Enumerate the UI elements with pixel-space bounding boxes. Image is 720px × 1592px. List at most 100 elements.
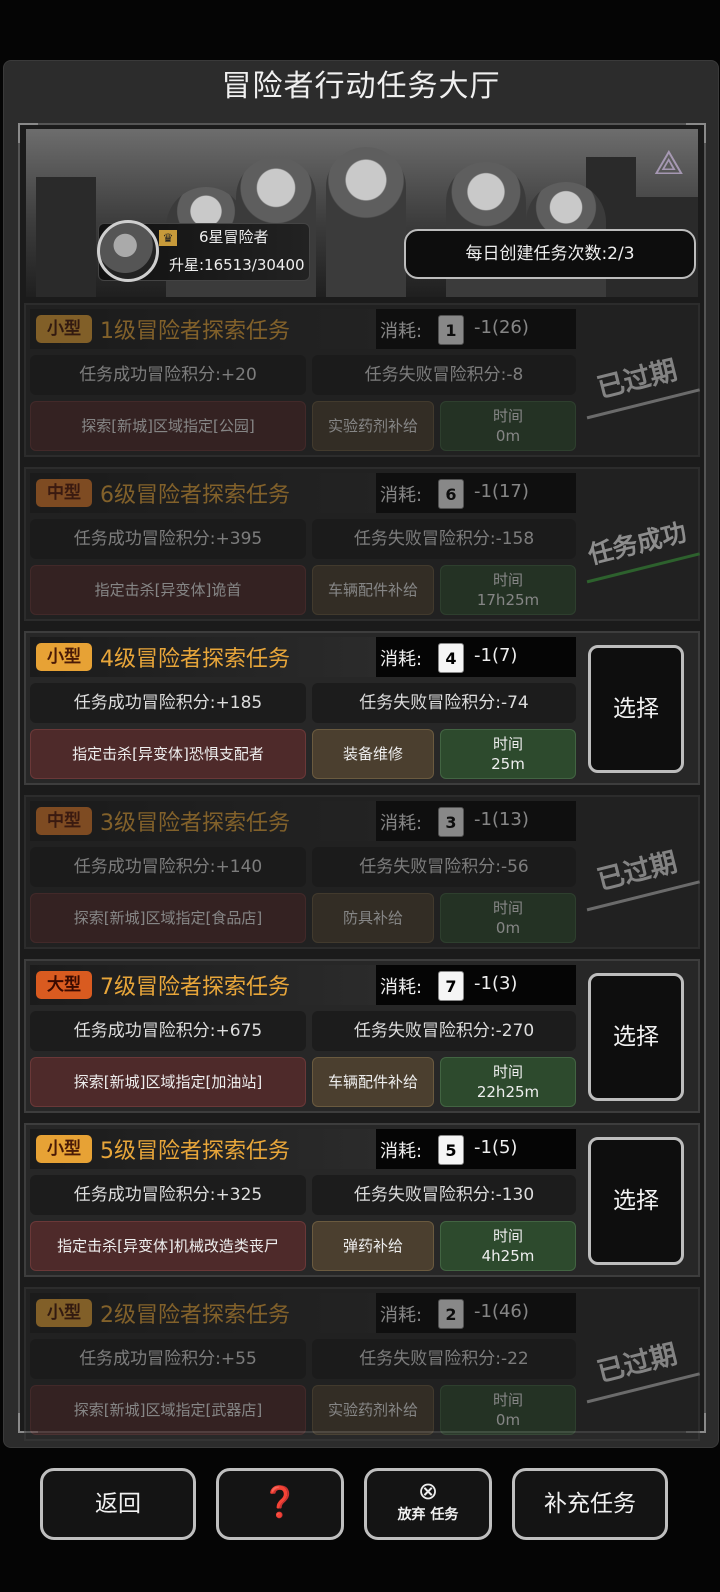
- task-target: 指定击杀[异变体]恐惧支配者: [30, 729, 306, 779]
- task-hall-panel: 冒险者行动任务大厅 ⟁ ♛ 6星冒险者 升星:16513/30400 每日创建任…: [3, 60, 719, 1448]
- daily-task-count: 每日创建任务次数:2/3: [404, 229, 696, 279]
- fail-penalty: 任务失败冒险积分:-130: [312, 1175, 576, 1215]
- fail-penalty: 任务失败冒险积分:-56: [312, 847, 576, 887]
- abandon-task-button[interactable]: ⊗ 放弃 任务: [364, 1468, 492, 1540]
- task-size-badge: 中型: [36, 479, 92, 507]
- task-name: 7级冒险者探索任务: [100, 975, 290, 1000]
- task-name: 4级冒险者探索任务: [100, 647, 290, 672]
- task-header: 大型 7级冒险者探索任务: [30, 965, 376, 1005]
- task-status-stamp: 已过期: [576, 345, 700, 420]
- star-progress: 升星:16513/30400: [169, 256, 305, 274]
- level-card-icon: 1: [438, 315, 464, 345]
- task-cost: 消耗: 4 -1(7): [376, 637, 576, 677]
- cost-value: -1(13): [474, 809, 529, 830]
- task-name: 6级冒险者探索任务: [100, 483, 290, 508]
- task-card[interactable]: 小型 5级冒险者探索任务 消耗: 5 -1(5) 任务成功冒险积分:+325 任务失败冒险积…: [24, 1123, 700, 1277]
- add-task-button-label: 补充任务: [544, 1491, 636, 1517]
- task-card[interactable]: 大型 7级冒险者探索任务 消耗: 7 -1(3) 任务成功冒险积分:+675 任务失败冒险积…: [24, 959, 700, 1113]
- task-status-stamp: 已过期: [576, 837, 700, 912]
- level-card-icon: 4: [438, 643, 464, 673]
- task-card[interactable]: 小型 4级冒险者探索任务 消耗: 4 -1(7) 任务成功冒险积分:+185 任务失败冒险积…: [24, 631, 700, 785]
- task-time: 时间 25m: [440, 729, 576, 779]
- select-task-button[interactable]: 选择: [588, 1137, 684, 1265]
- abandon-task-label: 放弃 任务: [397, 1507, 459, 1523]
- select-task-button[interactable]: 选择: [588, 645, 684, 773]
- task-header: 中型 6级冒险者探索任务: [30, 473, 376, 513]
- task-card: 小型 1级冒险者探索任务 消耗: 1 -1(26) 任务成功冒险积分:+20 任务失败冒险积…: [24, 303, 700, 457]
- level-card-icon: 7: [438, 971, 464, 1001]
- add-task-button[interactable]: 补充任务: [512, 1468, 668, 1540]
- time-label: 时间: [492, 1227, 523, 1245]
- task-cost: 消耗: 2 -1(46): [376, 1293, 576, 1333]
- close-circle-icon: ⊗: [417, 1477, 439, 1505]
- success-reward: 任务成功冒险积分:+395: [30, 519, 306, 559]
- back-button[interactable]: 返回: [40, 1468, 196, 1540]
- task-size-badge: 小型: [36, 1299, 92, 1327]
- task-header: 小型 1级冒险者探索任务: [30, 309, 376, 349]
- task-supply: 装备维修: [312, 729, 434, 779]
- cost-label: 消耗:: [380, 813, 423, 834]
- task-card: 小型 2级冒险者探索任务 消耗: 2 -1(46) 任务成功冒险积分:+55 任务失败冒险积…: [24, 1287, 700, 1441]
- time-value: 17h25m: [476, 591, 540, 609]
- cost-value: -1(17): [474, 481, 529, 502]
- task-target: 指定击杀[异变体]机械改造类丧尸: [30, 1221, 306, 1271]
- task-status-stamp: 已过期: [576, 1329, 700, 1404]
- task-time: 时间 22h25m: [440, 1057, 576, 1107]
- task-target: 探索[新城]区域指定[公园]: [30, 401, 306, 451]
- task-name: 3级冒险者探索任务: [100, 811, 290, 836]
- time-value: 25m: [491, 755, 525, 773]
- task-target: 探索[新城]区域指定[食品店]: [30, 893, 306, 943]
- cost-label: 消耗:: [380, 321, 423, 342]
- time-label: 时间: [492, 899, 523, 917]
- task-target: 指定击杀[异变体]诡首: [30, 565, 306, 615]
- time-label: 时间: [492, 571, 523, 589]
- help-button[interactable]: ❓: [216, 1468, 344, 1540]
- task-time: 时间 0m: [440, 893, 576, 943]
- task-size-badge: 大型: [36, 971, 92, 999]
- banner-building: [36, 177, 96, 297]
- player-profile[interactable]: ♛ 6星冒险者 升星:16513/30400: [97, 220, 310, 282]
- task-header: 中型 3级冒险者探索任务: [30, 801, 376, 841]
- question-map-icon: ❓: [261, 1485, 299, 1520]
- task-card: 中型 3级冒险者探索任务 消耗: 3 -1(13) 任务成功冒险积分:+140 任务失败冒险…: [24, 795, 700, 949]
- task-time: 时间 17h25m: [440, 565, 576, 615]
- avatar[interactable]: [97, 220, 159, 282]
- task-status-stamp: 任务成功: [576, 509, 700, 584]
- fail-penalty: 任务失败冒险积分:-22: [312, 1339, 576, 1379]
- adventurer-banner: ⟁ ♛ 6星冒险者 升星:16513/30400 每日创建任务次数:2/3: [26, 129, 698, 297]
- task-supply: 弹药补给: [312, 1221, 434, 1271]
- time-value: 4h25m: [481, 1247, 535, 1265]
- task-cost: 消耗: 1 -1(26): [376, 309, 576, 349]
- level-card-icon: 5: [438, 1135, 464, 1165]
- task-cost: 消耗: 3 -1(13): [376, 801, 576, 841]
- task-header: 小型 5级冒险者探索任务: [30, 1129, 376, 1169]
- task-time: 时间 0m: [440, 1385, 576, 1435]
- task-name: 2级冒险者探索任务: [100, 1303, 290, 1328]
- cost-value: -1(46): [474, 1301, 529, 1322]
- task-size-badge: 中型: [36, 807, 92, 835]
- page-title: 冒险者行动任务大厅: [221, 69, 501, 104]
- cost-value: -1(5): [474, 1137, 518, 1158]
- task-size-badge: 小型: [36, 315, 92, 343]
- fail-penalty: 任务失败冒险积分:-158: [312, 519, 576, 559]
- task-target: 探索[新城]区域指定[加油站]: [30, 1057, 306, 1107]
- cost-label: 消耗:: [380, 977, 423, 998]
- cost-label: 消耗:: [380, 1305, 423, 1326]
- task-supply: 车辆配件补给: [312, 1057, 434, 1107]
- select-task-button[interactable]: 选择: [588, 973, 684, 1101]
- task-cost: 消耗: 6 -1(17): [376, 473, 576, 513]
- task-card: 中型 6级冒险者探索任务 消耗: 6 -1(17) 任务成功冒险积分:+395 任务失败冒险…: [24, 467, 700, 621]
- fail-penalty: 任务失败冒险积分:-8: [312, 355, 576, 395]
- fail-penalty: 任务失败冒险积分:-74: [312, 683, 576, 723]
- crown-icon: ♛: [159, 230, 177, 246]
- time-label: 时间: [492, 1391, 523, 1409]
- back-button-label: 返回: [95, 1491, 141, 1517]
- time-value: 0m: [495, 1411, 521, 1429]
- success-reward: 任务成功冒险积分:+55: [30, 1339, 306, 1379]
- task-cost: 消耗: 5 -1(5): [376, 1129, 576, 1169]
- cost-value: -1(26): [474, 317, 529, 338]
- task-header: 小型 4级冒险者探索任务: [30, 637, 376, 677]
- cost-label: 消耗:: [380, 485, 423, 506]
- time-value: 22h25m: [476, 1083, 540, 1101]
- level-card-icon: 6: [438, 479, 464, 509]
